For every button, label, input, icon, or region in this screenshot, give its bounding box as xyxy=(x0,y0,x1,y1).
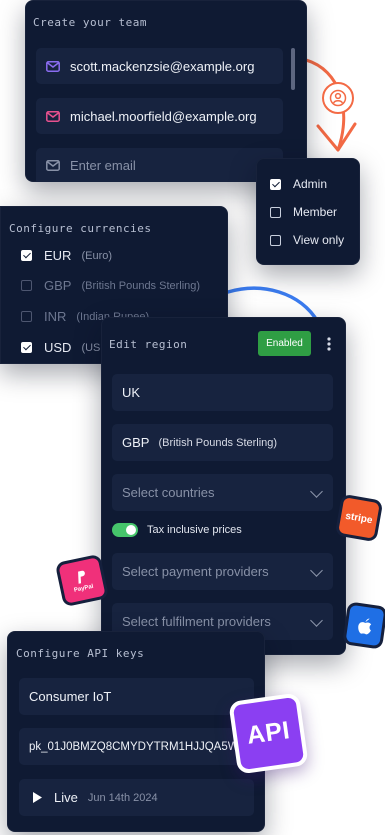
email-value: scott.mackenzsie@example.org xyxy=(70,58,255,74)
checkbox[interactable] xyxy=(21,250,32,261)
currency-code: USD xyxy=(44,340,72,355)
region-currency-select[interactable]: GBP (British Pounds Sterling) xyxy=(112,424,333,461)
checkbox[interactable] xyxy=(21,342,32,353)
currency-option-eur[interactable]: EUR (Euro) xyxy=(21,248,112,263)
currency-option-usd[interactable]: USD (US xyxy=(21,340,100,355)
checkbox[interactable] xyxy=(270,206,281,218)
apple-logo xyxy=(342,601,385,650)
tax-inclusive-toggle-row[interactable]: Tax inclusive prices xyxy=(112,523,242,537)
panel-title: Configure currencies xyxy=(9,222,152,235)
chevron-down-icon xyxy=(310,484,323,498)
currency-name: (British Pounds Sterling) xyxy=(158,436,278,449)
api-badge: API xyxy=(228,692,309,775)
email-value: michael.moorfield@example.org xyxy=(70,108,257,124)
api-mode-row[interactable]: Live Jun 14th 2024 xyxy=(19,779,254,816)
fulfilment-placeholder: Select fulfilment providers xyxy=(122,614,271,629)
countries-select[interactable]: Select countries xyxy=(112,474,333,511)
toggle-knob xyxy=(126,525,136,535)
paypal-wordmark: PayPal xyxy=(73,583,94,594)
role-label: View only xyxy=(293,233,345,247)
envelope-icon xyxy=(46,60,60,72)
avatar xyxy=(322,82,354,114)
checkbox[interactable] xyxy=(21,311,32,322)
countries-placeholder: Select countries xyxy=(122,485,215,500)
stripe-logo: stripe xyxy=(334,493,384,543)
api-mode: Live xyxy=(54,790,78,805)
currency-name: (Euro) xyxy=(81,249,113,262)
region-name-input[interactable]: UK xyxy=(112,374,333,411)
api-keys-panel: Configure API keys Consumer IoT pk_01J0B… xyxy=(7,631,265,832)
role-label: Member xyxy=(293,205,338,219)
api-date: Jun 14th 2024 xyxy=(87,791,158,804)
email-field[interactable]: scott.mackenzsie@example.org xyxy=(36,48,283,84)
payment-providers-select[interactable]: Select payment providers xyxy=(112,553,333,590)
role-dropdown: Admin Member View only xyxy=(256,158,360,265)
apple-icon xyxy=(358,618,372,634)
stripe-wordmark: stripe xyxy=(344,510,374,526)
play-icon xyxy=(33,792,42,803)
email-placeholder: Enter email xyxy=(70,157,136,173)
payment-placeholder: Select payment providers xyxy=(122,564,269,579)
api-key-name-input[interactable]: Consumer IoT xyxy=(19,678,254,715)
currency-code: INR xyxy=(44,309,67,324)
scrollbar[interactable] xyxy=(291,48,295,90)
checkbox[interactable] xyxy=(270,234,281,246)
email-field[interactable]: michael.moorfield@example.org xyxy=(36,98,283,134)
currency-name: (US xyxy=(81,341,101,354)
api-badge-label: API xyxy=(245,716,292,750)
more-vertical-icon[interactable] xyxy=(326,336,332,352)
panel-title: Configure API keys xyxy=(16,647,145,660)
currency-option-gbp[interactable]: GBP (British Pounds Sterling) xyxy=(21,278,200,293)
role-option-admin[interactable]: Admin xyxy=(270,177,327,191)
paypal-icon xyxy=(77,570,85,584)
currency-code: EUR xyxy=(44,248,72,263)
region-name: UK xyxy=(122,385,141,400)
tax-label: Tax inclusive prices xyxy=(147,524,242,536)
role-option-member[interactable]: Member xyxy=(270,205,337,219)
checkbox[interactable] xyxy=(270,178,281,190)
currency-name: (British Pounds Sterling) xyxy=(81,279,201,292)
panel-title: Edit region xyxy=(109,338,188,351)
api-key-field[interactable]: pk_01J0BMZQ8CMYDYTRM1HJJQA5WC xyxy=(19,728,254,765)
new-email-input[interactable]: Enter email xyxy=(36,148,283,182)
currency-code: GBP xyxy=(122,435,150,450)
envelope-icon xyxy=(46,159,60,171)
panel-title: Create your team xyxy=(33,16,147,29)
api-key-value: pk_01J0BMZQ8CMYDYTRM1HJJQA5WC xyxy=(29,740,247,753)
user-icon xyxy=(329,89,347,107)
chevron-down-icon xyxy=(310,563,323,577)
create-team-panel: Create your team scott.mackenzsie@exampl… xyxy=(25,0,307,182)
api-key-name: Consumer IoT xyxy=(29,689,112,704)
role-option-view-only[interactable]: View only xyxy=(270,233,344,247)
status-badge: Enabled xyxy=(258,331,311,356)
currency-code: GBP xyxy=(44,278,72,293)
edit-region-panel: Edit region Enabled UK GBP (British Poun… xyxy=(101,317,346,655)
chevron-down-icon xyxy=(310,613,323,627)
envelope-icon xyxy=(46,110,60,122)
checkbox[interactable] xyxy=(21,280,32,291)
role-label: Admin xyxy=(293,177,328,191)
paypal-logo: PayPal xyxy=(54,553,110,608)
tax-inclusive-toggle[interactable] xyxy=(112,523,138,537)
